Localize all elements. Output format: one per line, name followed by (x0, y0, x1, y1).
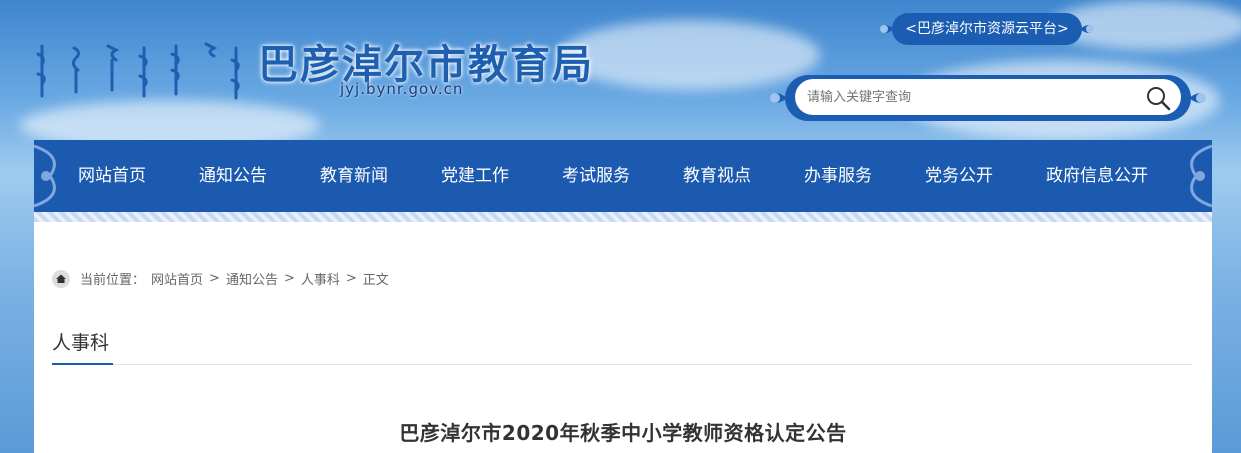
resource-platform-label[interactable]: <巴彦淖尔市资源云平台> (892, 13, 1082, 45)
nav-ornament-right-icon (1190, 144, 1212, 208)
breadcrumb-separator: > (283, 271, 295, 286)
nav-ornament-left-icon (34, 144, 56, 208)
breadcrumb-separator: > (209, 271, 220, 286)
nav-divider (34, 212, 1212, 222)
breadcrumb-label: 当前位置： (80, 273, 146, 288)
nav-item-services[interactable]: 办事服务 (804, 140, 872, 212)
search-icon[interactable] (1143, 83, 1173, 113)
nav-item-party-affairs[interactable]: 党务公开 (925, 140, 993, 212)
nav-item-home[interactable]: 网站首页 (78, 140, 146, 212)
breadcrumb-separator: > (345, 271, 357, 286)
nav-item-gov-info[interactable]: 政府信息公开 (1046, 140, 1148, 212)
breadcrumb-item-notices[interactable]: 通知公告 (226, 269, 278, 288)
section-header: 人事科 (52, 328, 1192, 365)
breadcrumb: 当前位置： 网站首页 > 通知公告 > 人事科 > 正文 (52, 269, 389, 288)
breadcrumb-item-current: 正文 (362, 273, 389, 288)
nav-item-education-news[interactable]: 教育新闻 (320, 140, 388, 212)
resource-platform-link[interactable]: <巴彦淖尔市资源云平台> (872, 9, 1102, 49)
nav-item-exam-services[interactable]: 考试服务 (562, 140, 630, 212)
site-header: 巴彦淖尔市教育局 jyj.bynr.gov.cn <巴彦淖尔市资源云平台> (0, 0, 1241, 140)
nav-item-notices[interactable]: 通知公告 (199, 140, 267, 212)
search-bar (763, 73, 1213, 123)
article-title: 巴彦淖尔市2020年秋季中小学教师资格认定公告 (399, 421, 847, 445)
search-input[interactable] (795, 79, 1181, 115)
nav-item-party-building[interactable]: 党建工作 (441, 140, 509, 212)
section-title: 人事科 (52, 328, 114, 365)
home-icon[interactable] (52, 269, 70, 288)
main-nav: 网站首页 通知公告 教育新闻 党建工作 考试服务 教育视点 办事服务 党务公开 … (34, 140, 1212, 212)
main-content: 当前位置： 网站首页 > 通知公告 > 人事科 > 正文 人事科 巴彦淖尔市20… (34, 222, 1212, 453)
nav-item-education-views[interactable]: 教育视点 (683, 140, 751, 212)
mongolian-script-logo (36, 42, 240, 100)
site-domain: jyj.bynr.gov.cn (340, 80, 464, 98)
breadcrumb-item-personnel[interactable]: 人事科 (301, 269, 340, 288)
breadcrumb-item-home[interactable]: 网站首页 (151, 269, 203, 288)
